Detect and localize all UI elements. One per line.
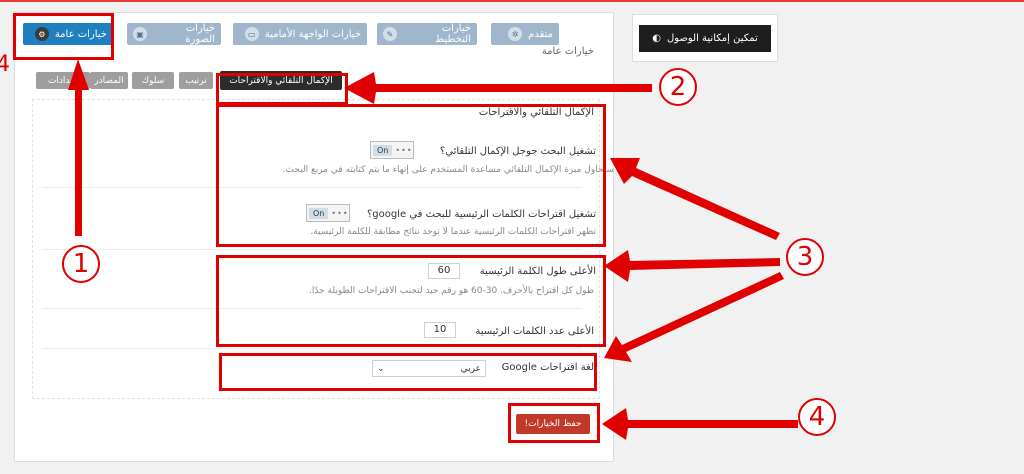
arrow-3c [604, 272, 784, 362]
arrow-3b [604, 250, 780, 282]
arrow-4 [602, 408, 798, 440]
annotation-circle-2: 2 [659, 68, 697, 106]
annotation-circle-3: 3 [786, 238, 824, 276]
annotation-circle-1: 1 [62, 245, 100, 283]
arrow-1 [68, 59, 89, 236]
annotation-edge-number: 4 [0, 52, 10, 77]
annotation-circle-4: 4 [798, 398, 836, 436]
arrow-2 [344, 72, 652, 104]
arrow-3a [610, 158, 780, 240]
annotation-arrows [68, 59, 798, 440]
